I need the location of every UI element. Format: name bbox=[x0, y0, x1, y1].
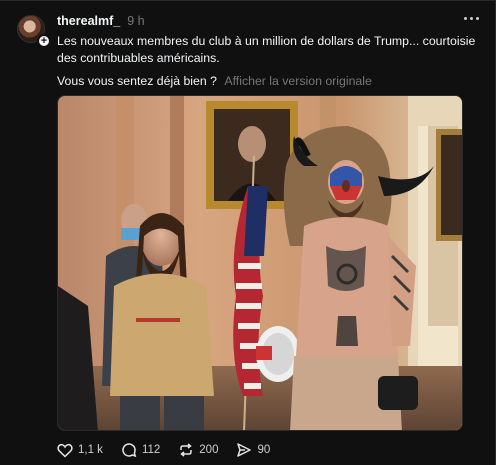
photo-illustration bbox=[58, 96, 462, 430]
like-count: 1,1 k bbox=[78, 444, 103, 456]
like-button[interactable]: 1,1 k bbox=[57, 443, 103, 458]
heart-icon bbox=[57, 443, 73, 458]
repost-icon bbox=[180, 443, 193, 457]
share-count: 90 bbox=[257, 444, 271, 456]
comment-icon bbox=[122, 443, 137, 458]
show-original-link[interactable]: Afficher la version originale bbox=[224, 74, 371, 88]
post-image[interactable] bbox=[57, 95, 463, 431]
post-card: + therealmf_ 9 h Les nouveaux membres du… bbox=[0, 0, 496, 465]
post-text-question: Vous vous sentez déjà bien ? bbox=[57, 74, 217, 88]
follow-plus-icon[interactable]: + bbox=[37, 34, 51, 48]
post-text: Les nouveaux membres du club à un millio… bbox=[57, 34, 476, 65]
more-options-icon[interactable] bbox=[464, 13, 479, 24]
repost-button[interactable]: 200 bbox=[178, 442, 218, 458]
comment-count: 112 bbox=[141, 444, 161, 456]
share-button[interactable]: 90 bbox=[236, 442, 270, 458]
repost-count: 200 bbox=[199, 444, 219, 456]
comment-button[interactable]: 112 bbox=[121, 442, 160, 458]
post-actions: 1,1 k 112 200 90 bbox=[57, 442, 288, 458]
post-time[interactable]: 9 h bbox=[127, 14, 144, 28]
username[interactable]: therealmf_ bbox=[57, 14, 120, 28]
post-text-second: Vous vous sentez déjà bien ? Afficher la… bbox=[57, 73, 372, 90]
post-header: therealmf_ 9 h bbox=[57, 14, 145, 30]
avatar[interactable]: + bbox=[17, 15, 51, 48]
send-icon bbox=[237, 443, 252, 457]
